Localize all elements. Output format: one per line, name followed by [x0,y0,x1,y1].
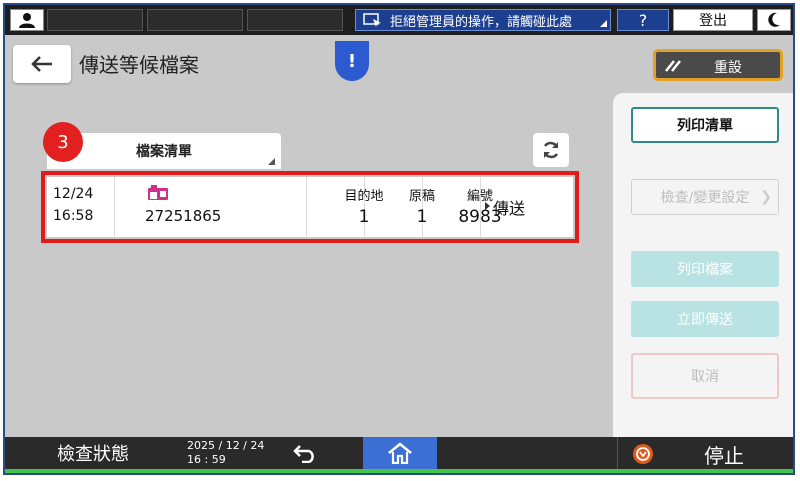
screen-touch-icon [363,13,381,27]
home-icon [388,442,412,464]
back-button[interactable] [13,45,71,83]
reset-label: 重設 [714,60,742,76]
cancel-button[interactable]: 取消 [631,353,779,399]
row-status-label: 傳送 [493,199,526,218]
check-change-settings-label: 檢查/變更設定 [660,190,750,206]
row-date: 12/24 [53,186,94,202]
corner-indicator-icon [268,158,275,165]
send-now-button[interactable]: 立即傳送 [631,301,779,337]
check-status-button[interactable]: 檢查狀態 [5,437,181,469]
check-change-settings-button[interactable]: 檢查/變更設定 ❯ [631,179,779,215]
user-icon [19,13,35,28]
admin-notice-button[interactable]: 拒絕管理員的操作，請觸碰此處 [355,9,611,31]
reset-slash-icon [665,60,681,72]
stop-label: 停止 [704,444,744,468]
return-arrow-icon [293,445,314,463]
corner-indicator-icon [600,20,607,27]
clock-time: 16 : 59 [187,453,226,466]
row-destination-cell: 27251865 [115,177,307,237]
refresh-icon [543,141,559,159]
help-label: ? [638,10,648,30]
chevron-right-icon: ❯ [760,189,772,205]
print-file-label: 列印檔案 [677,262,733,278]
row-id-cell: 編號 8983 [423,177,502,237]
triangle-right-icon [485,202,490,210]
arrow-left-icon [31,56,52,72]
logout-label: 登出 [699,13,727,29]
energy-saver-button[interactable] [757,9,791,31]
help-button[interactable]: ? [617,9,669,31]
top-bar: 拒絕管理員的操作，請觸碰此處 ? 登出 [5,5,793,35]
stop-button[interactable]: 停止 [617,437,793,469]
step-badge: 3 [43,122,83,162]
bottom-bar: 檢查狀態 2025 / 12 / 24 16 : 59 停止 [5,437,793,469]
row-time: 16:58 [53,208,94,224]
stop-icon [633,444,653,464]
logout-button[interactable]: 登出 [673,9,753,31]
print-list-button[interactable]: 列印清單 [631,107,779,143]
alert-icon: ! [347,50,357,72]
row-original-cell: 原稿 1 [365,177,435,237]
admin-notice-text: 拒絕管理員的操作，請觸碰此處 [390,14,573,30]
file-list-tab-label: 檔案清單 [136,144,192,160]
action-panel: 列印清單 檢查/變更設定 ❯ 列印檔案 立即傳送 取消 [613,93,793,439]
refresh-button[interactable] [533,133,569,167]
app-slot-2[interactable] [147,9,243,31]
fax-icon [148,185,168,200]
cancel-label: 取消 [691,369,719,385]
row-status-cell: 傳送 [481,177,573,237]
moon-icon [768,12,780,27]
alert-button[interactable]: ! [335,41,369,81]
row-datetime-cell: 12/24 16:58 [47,177,115,237]
print-list-label: 列印清單 [677,118,733,134]
clock-date: 2025 / 12 / 24 [187,439,265,452]
app-slot-3[interactable] [247,9,343,31]
reset-button[interactable]: 重設 [653,49,783,81]
app-slot-1[interactable] [47,9,143,31]
check-status-label: 檢查狀態 [57,444,129,465]
row-destination-number: 27251865 [145,207,222,225]
send-now-label: 立即傳送 [677,312,733,328]
home-button[interactable] [363,437,437,469]
undo-back-button[interactable] [281,437,329,469]
page-title: 傳送等候檔案 [79,53,199,77]
device-screen: 拒絕管理員的操作，請觸碰此處 ? 登出 傳送等候檔案 ! 重設 3 檔案清單 1… [3,3,795,475]
print-file-button[interactable]: 列印檔案 [631,251,779,287]
row-dest-count-cell: 目的地 1 [307,177,384,237]
status-indicator-line [5,469,793,473]
user-login-button[interactable] [10,9,44,31]
file-list-row[interactable]: 12/24 16:58 27251865 目的地 1 原稿 1 編號 8983 [47,177,573,237]
clock: 2025 / 12 / 24 16 : 59 [187,439,264,467]
